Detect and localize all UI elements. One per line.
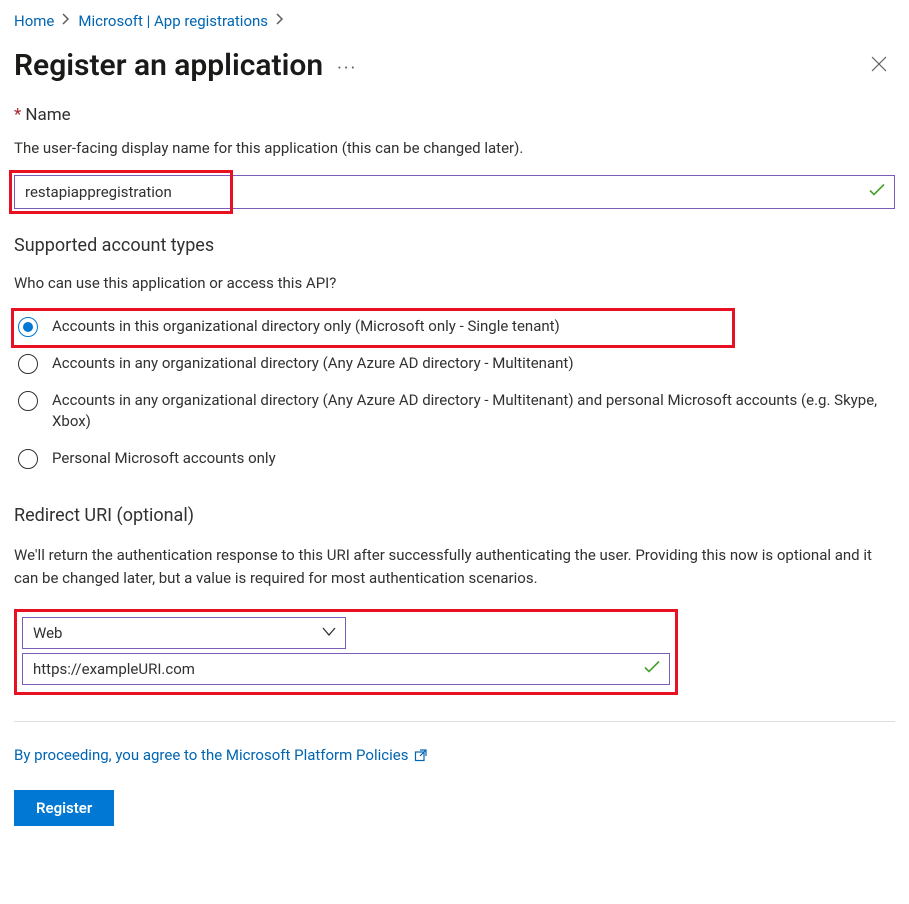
chevron-right-icon [276,13,284,29]
name-input[interactable] [14,175,895,209]
page-title: Register an application [14,48,323,83]
radio-icon [18,391,38,411]
breadcrumb-app-registrations[interactable]: Microsoft | App registrations [78,12,268,30]
radio-multitenant[interactable]: Accounts in any organizational directory… [14,345,895,382]
radio-label: Accounts in any organizational directory… [52,390,891,432]
more-actions-icon[interactable]: ··· [337,58,357,79]
radio-personal-only[interactable]: Personal Microsoft accounts only [14,440,895,477]
radio-icon [18,317,38,337]
radio-label: Personal Microsoft accounts only [52,448,276,469]
external-link-icon [414,748,428,762]
account-types-heading: Supported account types [14,235,895,256]
redirect-uri-description: We'll return the authentication response… [14,544,895,589]
radio-icon [18,449,38,469]
breadcrumb: Home Microsoft | App registrations [14,12,895,30]
close-icon[interactable] [863,49,895,82]
breadcrumb-home[interactable]: Home [14,12,54,30]
redirect-uri-heading: Redirect URI (optional) [14,505,895,526]
radio-single-tenant[interactable]: Accounts in this organizational director… [14,308,895,345]
radio-icon [18,354,38,374]
register-button[interactable]: Register [14,790,114,826]
platform-policies-link[interactable]: By proceeding, you agree to the Microsof… [14,746,428,764]
account-types-question: Who can use this application or access t… [14,274,895,292]
account-types-radio-group: Accounts in this organizational director… [14,308,895,477]
name-label: *Name [14,105,895,125]
platform-select[interactable]: Web [22,617,346,649]
redirect-uri-input[interactable] [22,653,670,685]
name-description: The user-facing display name for this ap… [14,139,895,157]
radio-multitenant-personal[interactable]: Accounts in any organizational directory… [14,382,895,440]
page-header: Register an application ··· [14,48,895,83]
divider [14,721,895,722]
radio-label: Accounts in this organizational director… [52,316,560,337]
required-indicator: * [14,105,21,125]
radio-label: Accounts in any organizational directory… [52,353,574,374]
chevron-right-icon [62,13,70,29]
